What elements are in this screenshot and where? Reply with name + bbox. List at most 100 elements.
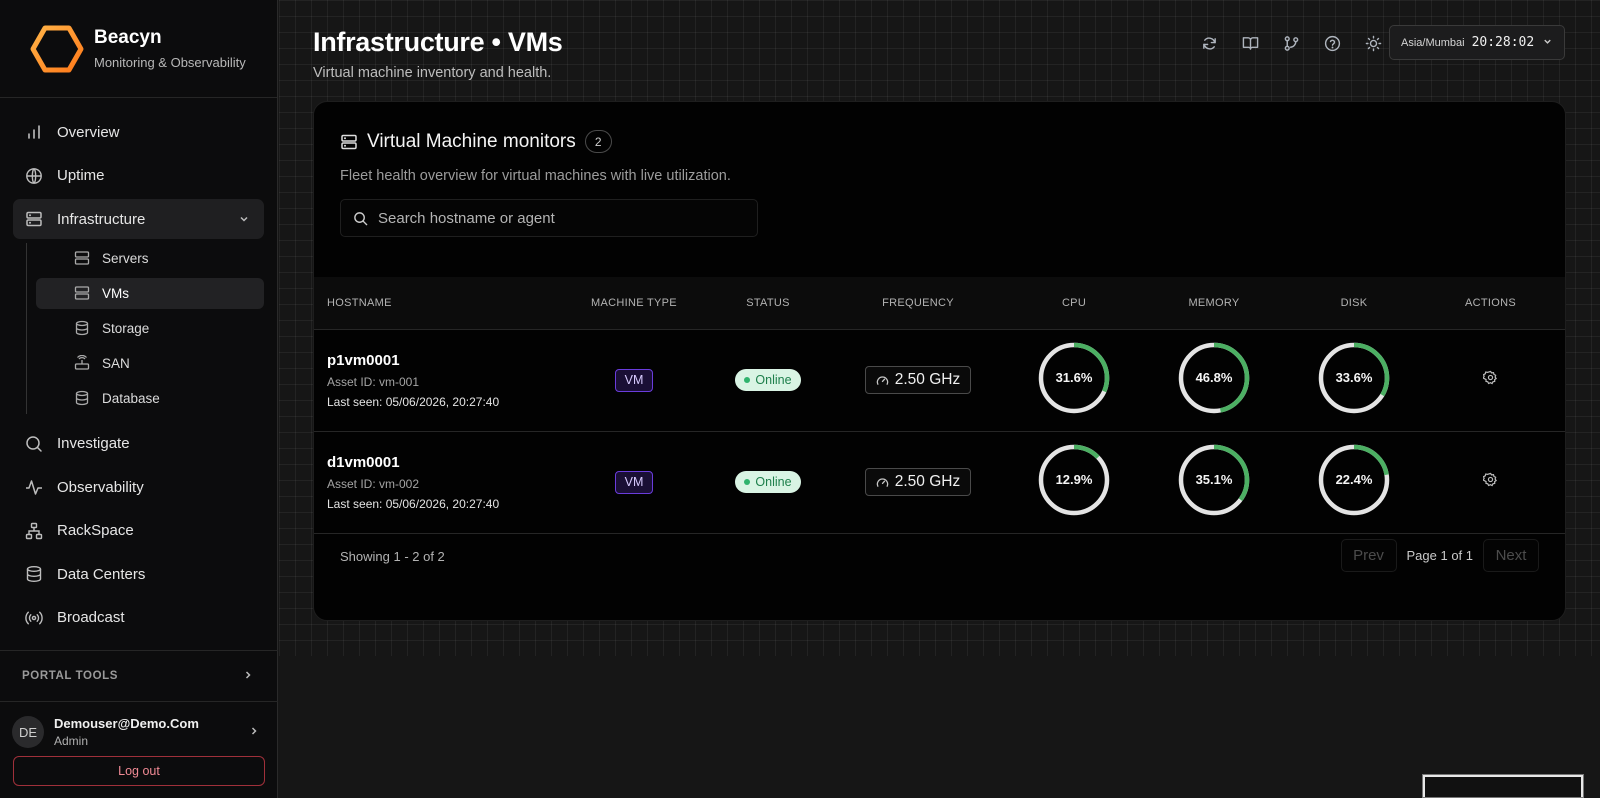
memory-cell: 46.8% — [1134, 329, 1294, 431]
status-dot — [744, 377, 751, 383]
prev-page-button[interactable]: Prev — [1340, 539, 1397, 572]
col-cpu[interactable]: CPU — [1014, 277, 1134, 330]
nav-item-uptime[interactable]: Uptime — [13, 156, 264, 196]
nav-label: Broadcast — [57, 609, 125, 626]
col-memory[interactable]: MEMORY — [1134, 277, 1294, 330]
status-dot — [744, 479, 751, 485]
help-button[interactable] — [1312, 30, 1353, 56]
search-input[interactable] — [378, 209, 738, 227]
nav-label: RackSpace — [57, 522, 134, 539]
settings-button[interactable] — [1483, 370, 1498, 385]
chevron-right-icon — [248, 724, 260, 742]
gear-icon — [1483, 370, 1497, 385]
vm-monitors-card: Virtual Machine monitors 2 Fleet health … — [313, 101, 1566, 621]
actions-cell — [1414, 329, 1565, 431]
logout-button[interactable]: Log out — [13, 756, 265, 786]
frequency-cell: 2.50 GHz — [822, 431, 1014, 533]
last-seen: Last seen: 05/06/2026, 20:27:40 — [327, 394, 500, 409]
search-icon — [354, 211, 368, 225]
chevron-down-icon — [1542, 34, 1553, 52]
clock-time: 20:28:02 — [1471, 35, 1535, 50]
nav-label: Investigate — [57, 435, 130, 452]
table-row[interactable]: d1vm0001 Asset ID: vm-002 Last seen: 05/… — [314, 431, 1565, 533]
last-seen: Last seen: 05/06/2026, 20:27:40 — [327, 496, 500, 511]
frequency-value: 2.50 GHz — [894, 371, 961, 388]
nav-label: Uptime — [57, 167, 105, 184]
nav-label: Observability — [57, 478, 144, 496]
nav-item-investigate[interactable]: Investigate — [13, 424, 264, 464]
status-badge: Online — [735, 369, 801, 391]
sub-item-vms[interactable]: VMs — [36, 277, 264, 309]
col-machine-type[interactable]: MACHINE TYPE — [554, 277, 714, 330]
hostname-cell: d1vm0001 Asset ID: vm-002 Last seen: 05/… — [314, 431, 554, 533]
sub-item-storage[interactable]: Storage — [36, 313, 264, 344]
docs-button[interactable] — [1230, 30, 1271, 56]
col-disk[interactable]: DISK — [1294, 277, 1414, 330]
avatar: DE — [12, 716, 44, 748]
col-frequency[interactable]: FREQUENCY — [822, 277, 1014, 330]
next-page-button[interactable]: Next — [1483, 539, 1539, 572]
gear-icon — [1483, 472, 1497, 487]
nav-item-rackspace[interactable]: RackSpace — [13, 511, 264, 551]
vm-table: HOSTNAME MACHINE TYPE STATUS FREQUENCY C… — [314, 277, 1565, 534]
machine-type-cell: VM — [554, 329, 714, 431]
nav-item-observability[interactable]: Observability — [13, 467, 264, 507]
frequency-chip: 2.50 GHz — [864, 468, 972, 496]
logo-hexagon-icon — [30, 25, 84, 72]
database-icon — [75, 320, 89, 336]
table-row[interactable]: p1vm0001 Asset ID: vm-001 Last seen: 05/… — [314, 329, 1565, 431]
nav-label: Infrastructure — [57, 210, 146, 228]
status-label: Online — [755, 475, 792, 489]
table-header-row: HOSTNAME MACHINE TYPE STATUS FREQUENCY C… — [314, 277, 1565, 330]
sub-item-san[interactable]: SAN — [36, 348, 264, 379]
chevron-down-icon — [238, 212, 250, 229]
memory-value: 46.8% — [1195, 370, 1233, 385]
help-circle-icon — [1324, 35, 1341, 51]
cpu-cell: 31.6% — [1014, 329, 1134, 431]
git-branch-icon — [1284, 35, 1299, 51]
brand[interactable]: Beacyn Monitoring & Observability — [0, 0, 277, 98]
actions-cell — [1414, 431, 1565, 533]
cpu-cell: 12.9% — [1014, 431, 1134, 533]
search-box — [340, 199, 758, 237]
git-branch-button[interactable] — [1271, 30, 1312, 56]
user-menu[interactable]: DE Demouser@Demo.Com Admin — [12, 712, 266, 752]
settings-button[interactable] — [1483, 472, 1498, 487]
nav-item-infrastructure[interactable]: Infrastructure — [13, 199, 264, 239]
nav-item-data-centers[interactable]: Data Centers — [13, 554, 264, 594]
col-hostname[interactable]: HOSTNAME — [314, 277, 554, 330]
sub-item-servers[interactable]: Servers — [36, 243, 264, 274]
sidebar: Beacyn Monitoring & Observability Overvi… — [0, 0, 278, 798]
screenshot-thumbnail[interactable] — [1422, 774, 1584, 798]
nav-item-overview[interactable]: Overview — [13, 112, 264, 152]
machine-type-cell: VM — [554, 431, 714, 533]
theme-toggle-button[interactable] — [1353, 30, 1394, 56]
status-badge: Online — [735, 471, 801, 493]
refresh-button[interactable] — [1189, 30, 1230, 56]
hostname[interactable]: d1vm0001 — [327, 454, 554, 471]
col-status[interactable]: STATUS — [714, 277, 822, 330]
hostname[interactable]: p1vm0001 — [327, 352, 554, 369]
router-icon — [74, 355, 90, 370]
portal-tools-toggle[interactable]: PORTAL TOOLS — [0, 650, 278, 702]
sub-item-label: SAN — [102, 355, 130, 371]
broadcast-icon — [25, 609, 43, 627]
disk-cell: 33.6% — [1294, 329, 1414, 431]
timezone-select[interactable]: Asia/Mumbai 20:28:02 — [1389, 25, 1565, 60]
bar-chart-icon — [25, 123, 43, 141]
disk-ring: 22.4% — [1318, 444, 1390, 516]
main-content: Infrastructure • VMs Virtual machine inv… — [279, 0, 1600, 656]
memory-cell: 35.1% — [1134, 431, 1294, 533]
nav-item-broadcast[interactable]: Broadcast — [13, 598, 264, 638]
main-nav: Overview Uptime Infrastructure Servers V… — [0, 98, 277, 638]
cpu-ring: 12.9% — [1038, 444, 1110, 516]
activity-icon — [25, 478, 43, 496]
sub-item-database[interactable]: Database — [36, 383, 264, 414]
gauge-icon — [876, 477, 888, 487]
gauge-icon — [876, 375, 888, 385]
user-email: Demouser@Demo.Com — [54, 716, 199, 731]
nav-label: Overview — [57, 123, 120, 141]
server-icon — [25, 210, 43, 228]
sun-icon — [1365, 35, 1382, 51]
search-icon — [25, 435, 43, 453]
